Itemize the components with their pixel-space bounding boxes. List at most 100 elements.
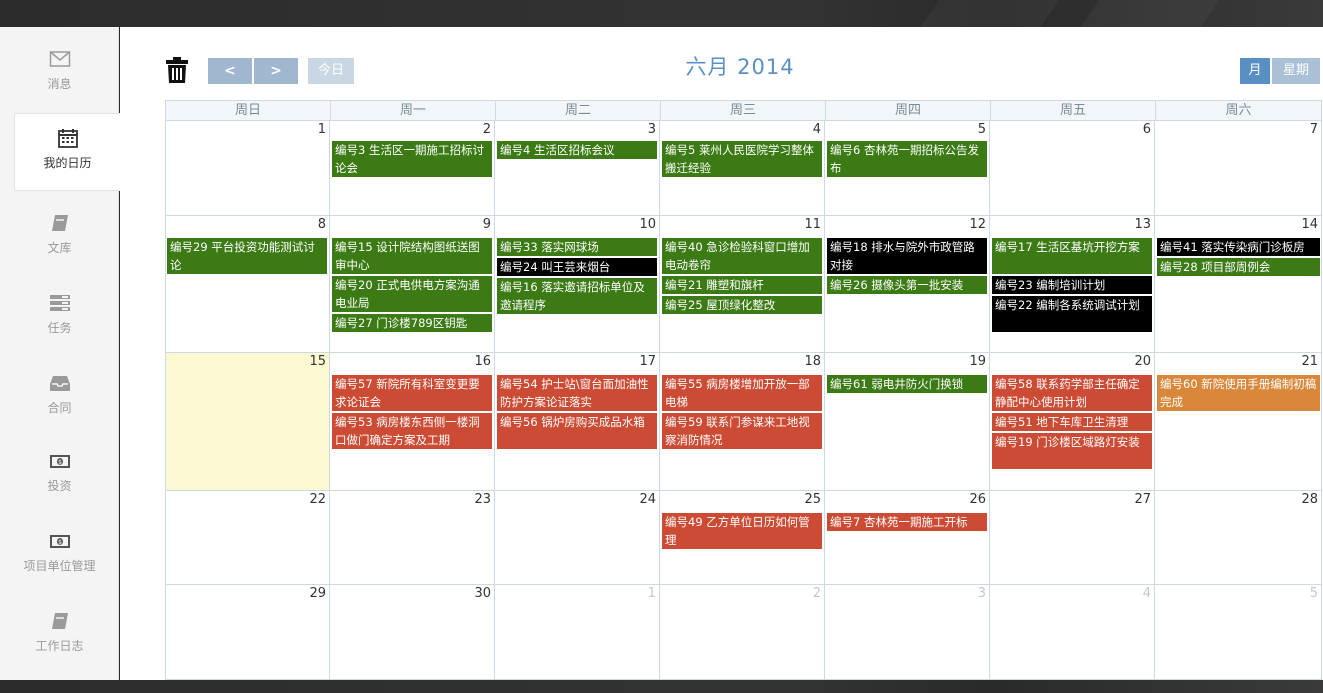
mail-icon (49, 51, 70, 67)
calendar-event[interactable]: 编号57 新院所有科室变更要求论证会 (332, 375, 492, 411)
weekday-label: 周五 (990, 101, 1155, 121)
day-number: 30 (474, 586, 491, 601)
month-view-button[interactable]: 月 (1240, 58, 1270, 84)
day-cell[interactable]: 8 (166, 216, 330, 353)
sidebar-item-investment[interactable]: $ 投资 (0, 437, 119, 515)
next-month-button[interactable]: > (254, 58, 298, 84)
calendar-panel: < > 今日 六月 2014 月 星期 周日 周一 周二 周三 周四 周五 周六… (120, 27, 1323, 680)
weekday-label: 周四 (825, 101, 990, 121)
day-cell[interactable]: 29 (166, 585, 330, 680)
calendar-event[interactable]: 编号18 排水与院外市政管路对接 (827, 238, 987, 274)
calendar-event[interactable]: 编号49 乙方单位日历如何管理 (662, 513, 822, 549)
weekday-label: 周二 (495, 101, 660, 121)
calendar-event[interactable]: 编号17 生活区基坑开挖方案 (992, 238, 1152, 274)
day-number: 10 (639, 217, 656, 232)
calendar-event[interactable]: 编号28 项目部周例会 (1157, 258, 1320, 276)
sidebar-item-library[interactable]: 文库 (0, 199, 119, 277)
calendar-event[interactable]: 编号33 落实网球场 (497, 238, 657, 256)
calendar-event[interactable]: 编号40 急诊检验科窗口增加电动卷帘 (662, 238, 822, 274)
calendar-event[interactable]: 编号16 落实邀请招标单位及邀请程序 (497, 278, 657, 314)
day-cell[interactable]: 3 (495, 121, 660, 216)
calendar-event[interactable]: 编号56 锅炉房购买成品水箱 (497, 413, 657, 449)
calendar-event[interactable]: 编号61 弱电井防火门换锁 (827, 375, 987, 393)
day-cell[interactable]: 19 (825, 353, 990, 491)
book-icon (51, 215, 68, 231)
day-cell[interactable]: 14 (1155, 216, 1322, 353)
calendar-event[interactable]: 编号53 病房楼东西侧一楼洞口做门确定方案及工期 (332, 413, 492, 449)
calendar-event[interactable]: 编号20 正式电供电方案沟通电业局 (332, 276, 492, 312)
calendar-event[interactable]: 编号41 落实传染病门诊板房 (1157, 238, 1320, 256)
day-number: 1 (317, 122, 326, 137)
day-cell[interactable]: 6 (990, 121, 1155, 216)
month-grid: 周日 周一 周二 周三 周四 周五 周六 1 2 3 4 5 6 7 编号3 生… (165, 100, 1322, 680)
calendar-event[interactable]: 编号24 叫王芸来烟台 (497, 258, 657, 276)
calendar-event[interactable]: 编号7 杏林苑一期施工开标 (827, 513, 987, 531)
calendar-event[interactable]: 编号6 杏林苑一期招标公告发布 (827, 141, 987, 177)
sidebar-item-project-units[interactable]: $ 项目单位管理 (0, 517, 119, 595)
day-number: 2 (482, 122, 491, 137)
day-cell[interactable]: 24 (495, 491, 660, 585)
day-cell-other-month[interactable]: 3 (825, 585, 990, 680)
calendar-event[interactable]: 编号60 新院使用手册编制初稿完成 (1157, 375, 1320, 411)
calendar-event[interactable]: 编号51 地下车库卫生清理 (992, 413, 1152, 431)
day-cell-other-month[interactable]: 4 (990, 585, 1155, 680)
calendar-event[interactable]: 编号23 编制培训计划 (992, 276, 1152, 294)
calendar-week: 29 30 1 2 3 4 5 (165, 585, 1322, 680)
calendar-event[interactable]: 编号25 屋顶绿化整改 (662, 296, 822, 314)
calendar-week: 8 9 10 11 12 13 14 编号29 平台投资功能测试讨论 编号15 … (165, 216, 1322, 353)
day-cell[interactable]: 23 (330, 491, 495, 585)
calendar-event[interactable]: 编号54 护士站\窗台面加油性防护方案论证落实 (497, 375, 657, 411)
calendar-event[interactable]: 编号15 设计院结构图纸送图审中心 (332, 238, 492, 274)
day-number: 25 (804, 492, 821, 507)
day-cell-today[interactable]: 15 (166, 353, 330, 491)
inbox-icon (49, 376, 70, 391)
day-cell-other-month[interactable]: 5 (1155, 585, 1322, 680)
day-number: 4 (1142, 586, 1151, 601)
sidebar-item-my-calendar[interactable]: 我的日历 (14, 113, 120, 191)
day-cell[interactable]: 22 (166, 491, 330, 585)
today-button[interactable]: 今日 (308, 58, 354, 84)
calendar-event[interactable]: 编号5 莱州人民医院学习整体搬迁经验 (662, 141, 822, 177)
day-number: 16 (474, 354, 491, 369)
calendar-week: 15 16 17 18 19 20 21 编号57 新院所有科室变更要求论证会 … (165, 353, 1322, 491)
sidebar-item-label: 我的日历 (43, 156, 92, 170)
week-view-button[interactable]: 星期 (1272, 58, 1320, 84)
day-cell[interactable]: 26 (825, 491, 990, 585)
calendar-event[interactable]: 编号22 编制各系统调试计划 (992, 296, 1152, 332)
sidebar-item-work-log[interactable]: 工作日志 (0, 597, 119, 675)
day-number: 2 (812, 586, 821, 601)
calendar-event[interactable]: 编号19 门诊楼区域路灯安装 (992, 433, 1152, 469)
day-number: 29 (309, 586, 326, 601)
day-number: 21 (1301, 354, 1318, 369)
day-number: 1 (647, 586, 656, 601)
day-cell[interactable]: 7 (1155, 121, 1322, 216)
day-cell[interactable]: 21 (1155, 353, 1322, 491)
calendar-event[interactable]: 编号29 平台投资功能测试讨论 (167, 238, 327, 274)
sidebar-item-messages[interactable]: 消息 (0, 35, 119, 113)
trash-icon[interactable] (165, 56, 189, 84)
day-cell[interactable]: 1 (166, 121, 330, 216)
day-cell[interactable]: 27 (990, 491, 1155, 585)
day-cell[interactable]: 30 (330, 585, 495, 680)
calendar-event[interactable]: 编号26 摄像头第一批安装 (827, 276, 987, 294)
day-cell-other-month[interactable]: 1 (495, 585, 660, 680)
calendar-event[interactable]: 编号3 生活区一期施工招标讨论会 (332, 141, 492, 177)
tasks-icon (49, 295, 70, 311)
sidebar-item-contracts[interactable]: 合同 (0, 359, 119, 437)
calendar-event[interactable]: 编号27 门诊楼789区钥匙 (332, 314, 492, 332)
day-cell-other-month[interactable]: 2 (660, 585, 825, 680)
day-number: 20 (1134, 354, 1151, 369)
sidebar-item-label: 文库 (47, 241, 72, 255)
day-cell[interactable]: 28 (1155, 491, 1322, 585)
calendar-event[interactable]: 编号58 联系药学部主任确定静配中心使用计划 (992, 375, 1152, 411)
prev-month-button[interactable]: < (208, 58, 252, 84)
day-number: 12 (969, 217, 986, 232)
sidebar-item-label: 合同 (47, 401, 72, 415)
calendar-event[interactable]: 编号21 雕塑和旗杆 (662, 276, 822, 294)
calendar-event[interactable]: 编号55 病房楼增加开放一部电梯 (662, 375, 822, 411)
weekday-label: 周三 (660, 101, 825, 121)
calendar-event[interactable]: 编号59 联系门参谋来工地视察消防情况 (662, 413, 822, 449)
day-number: 5 (977, 122, 986, 137)
sidebar-item-tasks[interactable]: 任务 (0, 279, 119, 357)
calendar-event[interactable]: 编号4 生活区招标会议 (497, 141, 657, 159)
